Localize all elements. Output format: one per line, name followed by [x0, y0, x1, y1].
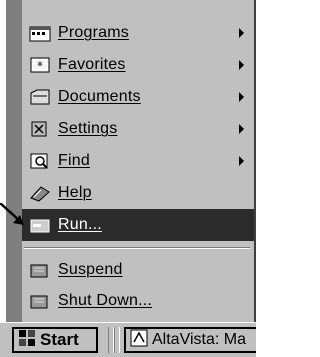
menu-item-label: Suspend	[58, 261, 123, 278]
taskbar: Start AltaVista: Ma	[0, 322, 256, 357]
menu-item-label: Documents	[58, 88, 141, 105]
menu-item-label: Find	[58, 152, 90, 169]
browser-icon	[130, 329, 148, 351]
menu-item-favorites[interactable]: * Favorites	[22, 49, 254, 81]
run-icon	[26, 214, 54, 236]
menu-item-help[interactable]: Help	[22, 177, 254, 209]
submenu-arrow-icon	[239, 92, 244, 102]
submenu-arrow-icon	[239, 28, 244, 38]
start-label: Start	[40, 330, 79, 349]
start-button[interactable]: Start	[12, 327, 98, 353]
menu-side-banner	[6, 0, 22, 322]
menu-item-label: Settings	[58, 120, 118, 137]
find-icon	[26, 150, 54, 172]
menu-item-label: Help	[58, 184, 92, 201]
menu-item-label: Shut Down...	[58, 292, 153, 309]
svg-text:*: *	[37, 59, 43, 73]
favorites-icon: *	[26, 54, 54, 76]
menu-item-label: Run...	[58, 216, 102, 233]
submenu-arrow-icon	[239, 60, 244, 70]
programs-icon	[26, 22, 54, 44]
task-label: AltaVista: Ma	[152, 331, 246, 348]
submenu-arrow-icon	[239, 124, 244, 134]
start-menu: Programs * Favorites Documents Settings …	[6, 0, 256, 322]
settings-icon	[26, 118, 54, 140]
menu-item-find[interactable]: Find	[22, 145, 254, 177]
shutdown-icon	[26, 290, 54, 312]
menu-item-suspend[interactable]: Suspend	[22, 254, 254, 286]
menu-item-label: Programs	[58, 24, 129, 41]
menu-item-settings[interactable]: Settings	[22, 113, 254, 145]
documents-icon	[26, 86, 54, 108]
menu-item-programs[interactable]: Programs	[22, 17, 254, 49]
windows-logo-icon	[18, 329, 36, 352]
suspend-icon	[26, 259, 54, 281]
menu-separator	[24, 247, 250, 249]
menu-item-run[interactable]: Run...	[22, 209, 254, 241]
help-icon	[26, 182, 54, 204]
submenu-arrow-icon	[239, 156, 244, 166]
taskbar-grip[interactable]	[114, 327, 120, 353]
taskbar-button-altavista[interactable]: AltaVista: Ma	[124, 327, 256, 353]
arrow-pointer-icon	[0, 203, 24, 225]
menu-item-shut-down[interactable]: Shut Down...	[22, 285, 254, 317]
menu-item-label: Favorites	[58, 56, 126, 73]
menu-item-documents[interactable]: Documents	[22, 81, 254, 113]
